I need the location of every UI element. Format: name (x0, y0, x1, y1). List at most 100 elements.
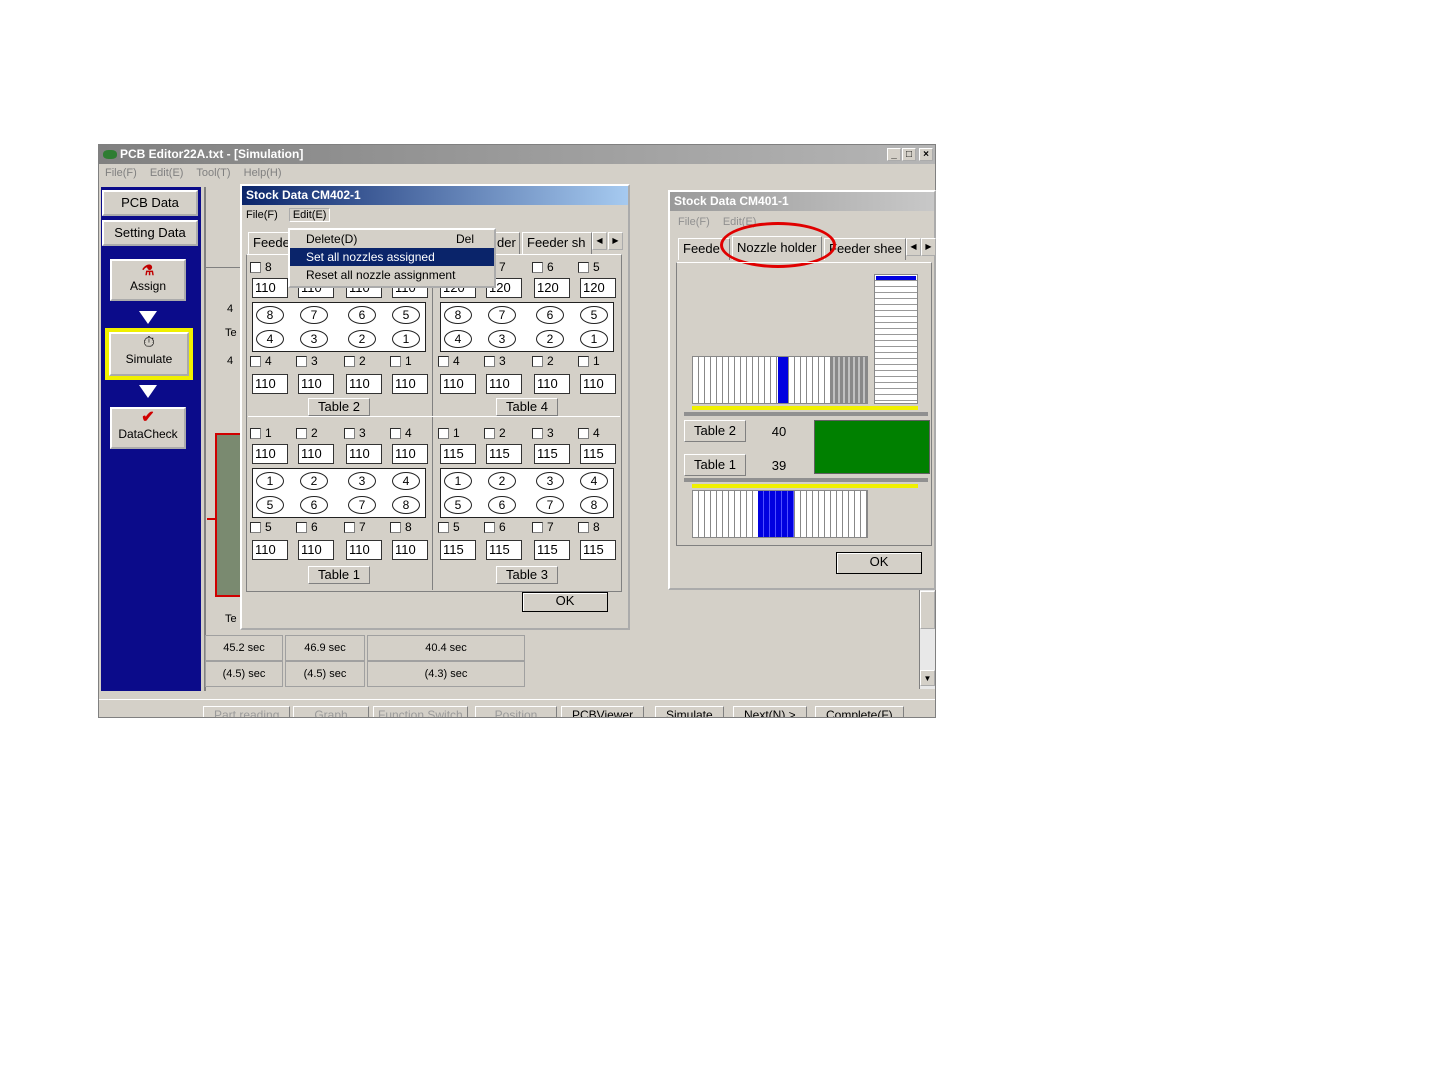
nozzle-slot[interactable]: 1 (444, 472, 472, 490)
nozzle-value-field[interactable]: 110 (252, 540, 288, 560)
nozzle-checkbox[interactable]: 4 (250, 354, 272, 368)
nozzle-slot[interactable]: 1 (256, 472, 284, 490)
nozzle-value-field[interactable]: 120 (580, 278, 616, 298)
pcbviewer-button[interactable]: PCBViewer (561, 706, 645, 717)
tab-scroll-right-icon[interactable]: ▶ (608, 232, 623, 250)
nozzle-slot[interactable]: 8 (580, 496, 608, 514)
nozzle-value-field[interactable]: 115 (534, 444, 570, 464)
nozzle-value-field[interactable]: 110 (392, 444, 428, 464)
nozzle-slot[interactable]: 2 (488, 472, 516, 490)
nozzle-slot[interactable]: 5 (444, 496, 472, 514)
minimize-button[interactable]: _ (887, 148, 901, 161)
nozzle-slot[interactable]: 2 (536, 330, 564, 348)
nozzle-slot[interactable]: 7 (348, 496, 376, 514)
cm402-menu-file[interactable]: File(F) (246, 209, 278, 221)
nozzle-checkbox[interactable]: 6 (532, 260, 554, 274)
cm402-menu-edit[interactable]: Edit(E) (288, 208, 331, 222)
nozzle-checkbox[interactable]: 8 (390, 520, 412, 534)
part-reading-button[interactable]: Part reading (203, 706, 291, 717)
checkbox-box[interactable] (344, 356, 355, 368)
nozzle-slot[interactable]: 5 (580, 306, 608, 324)
nozzle-value-field[interactable]: 110 (346, 444, 382, 464)
checkbox-box[interactable] (296, 356, 307, 368)
nozzle-checkbox[interactable]: 3 (484, 354, 506, 368)
checkbox-box[interactable] (484, 522, 495, 534)
nozzle-checkbox[interactable]: 5 (438, 520, 460, 534)
nozzle-slot[interactable]: 6 (536, 306, 564, 324)
nozzle-slot[interactable]: 4 (580, 472, 608, 490)
complete-button[interactable]: Complete(F) (815, 706, 904, 717)
nozzle-checkbox[interactable]: 3 (296, 354, 318, 368)
nozzle-checkbox[interactable]: 1 (250, 426, 272, 440)
cm402-ok-button[interactable]: OK (522, 592, 608, 612)
tab-scroll-left-icon[interactable]: ◀ (906, 238, 921, 256)
checkbox-box[interactable] (390, 428, 401, 440)
scrollbar-thumb[interactable] (920, 591, 935, 629)
nozzle-value-field[interactable]: 110 (346, 540, 382, 560)
nozzle-value-field[interactable]: 115 (486, 540, 522, 560)
nozzle-slot[interactable]: 8 (444, 306, 472, 324)
checkbox-box[interactable] (532, 428, 543, 440)
nozzle-checkbox[interactable]: 1 (578, 354, 600, 368)
checkbox-box[interactable] (296, 522, 307, 534)
graph-button[interactable]: Graph (293, 706, 369, 717)
nozzle-checkbox[interactable]: 7 (532, 520, 554, 534)
nozzle-checkbox[interactable]: 2 (484, 426, 506, 440)
menu-tool[interactable]: Tool(T) (196, 167, 230, 179)
nozzle-slot[interactable]: 2 (348, 330, 376, 348)
checkbox-box[interactable] (532, 356, 543, 368)
simulate-bottom-button[interactable]: Simulate (655, 706, 724, 717)
checkbox-box[interactable] (578, 522, 589, 534)
checkbox-box[interactable] (438, 522, 449, 534)
checkbox-box[interactable] (438, 428, 449, 440)
nozzle-value-field[interactable]: 110 (392, 540, 428, 560)
nozzle-slot[interactable]: 2 (300, 472, 328, 490)
nozzle-value-field[interactable]: 110 (392, 374, 428, 394)
checkbox-box[interactable] (250, 356, 261, 368)
nozzle-value-field[interactable]: 110 (486, 374, 522, 394)
tab-scroll-right-icon[interactable]: ▶ (921, 238, 936, 256)
nozzle-slot[interactable]: 8 (256, 306, 284, 324)
cm402-tab-feeder-sheet[interactable]: Feeder sh (522, 232, 592, 254)
nozzle-value-field[interactable]: 110 (440, 374, 476, 394)
menu-set-all-nozzles-assigned[interactable]: Set all nozzles assigned (290, 248, 494, 266)
cm401-menu-file[interactable]: File(F) (678, 216, 710, 228)
nozzle-checkbox[interactable]: 4 (438, 354, 460, 368)
nozzle-slot[interactable]: 4 (444, 330, 472, 348)
simulate-button[interactable]: ⏱ Simulate (109, 332, 189, 376)
nozzle-value-field[interactable]: 110 (298, 374, 334, 394)
nozzle-checkbox[interactable]: 3 (532, 426, 554, 440)
cm401-tab-feeder-sheet[interactable]: Feeder shee (824, 238, 906, 260)
nozzle-slot[interactable]: 6 (348, 306, 376, 324)
nozzle-checkbox[interactable]: 4 (578, 426, 600, 440)
checkbox-box[interactable] (578, 428, 589, 440)
checkbox-box[interactable] (344, 522, 355, 534)
nozzle-checkbox[interactable]: 5 (250, 520, 272, 534)
menu-delete[interactable]: Delete(D) Del (290, 230, 494, 248)
nozzle-slot[interactable]: 4 (392, 472, 420, 490)
nozzle-checkbox[interactable]: 2 (532, 354, 554, 368)
nozzle-value-field[interactable]: 110 (346, 374, 382, 394)
menu-help[interactable]: Help(H) (244, 167, 282, 179)
checkbox-box[interactable] (438, 356, 449, 368)
close-button[interactable]: × (919, 148, 933, 161)
nozzle-value-field[interactable]: 120 (534, 278, 570, 298)
checkbox-box[interactable] (532, 522, 543, 534)
nozzle-checkbox[interactable]: 6 (484, 520, 506, 534)
nozzle-value-field[interactable]: 110 (252, 278, 288, 298)
nozzle-value-field[interactable]: 110 (252, 444, 288, 464)
nozzle-value-field[interactable]: 115 (580, 444, 616, 464)
checkbox-box[interactable] (296, 428, 307, 440)
scroll-down-icon[interactable]: ▼ (920, 670, 935, 686)
nozzle-value-field[interactable]: 110 (298, 540, 334, 560)
nozzle-slot[interactable]: 7 (300, 306, 328, 324)
nozzle-value-field[interactable]: 115 (440, 444, 476, 464)
nozzle-checkbox[interactable]: 2 (344, 354, 366, 368)
maximize-button[interactable]: □ (902, 148, 916, 161)
checkbox-box[interactable] (250, 262, 261, 274)
nozzle-checkbox[interactable]: 8 (250, 260, 272, 274)
position-button[interactable]: Position (475, 706, 557, 717)
checkbox-box[interactable] (484, 428, 495, 440)
nozzle-value-field[interactable]: 115 (486, 444, 522, 464)
cm401-ok-button[interactable]: OK (836, 552, 922, 574)
